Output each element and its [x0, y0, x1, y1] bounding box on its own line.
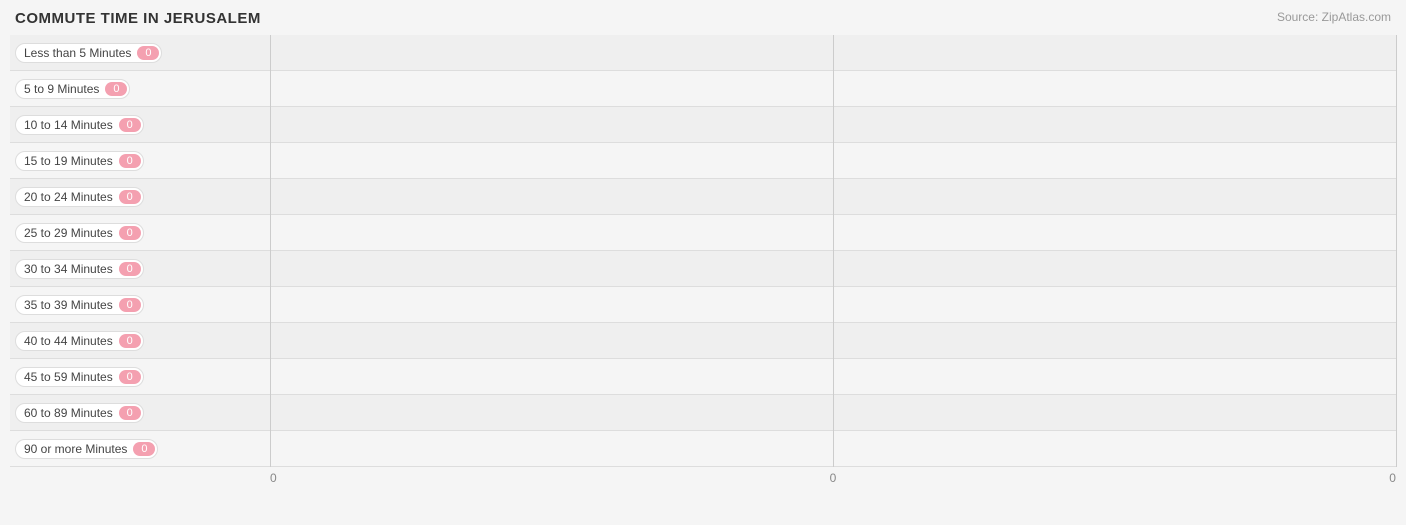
bar-value-badge: 0 — [119, 226, 141, 240]
bar-value-badge: 0 — [119, 154, 141, 168]
bar-label-text: 35 to 39 Minutes — [24, 298, 113, 312]
chart-rows-container: Less than 5 Minutes05 to 9 Minutes010 to… — [10, 35, 1396, 467]
bar-label-pill: 15 to 19 Minutes 0 — [15, 151, 144, 171]
bar-label-text: 90 or more Minutes — [24, 442, 127, 456]
bar-label-wrapper: 10 to 14 Minutes 0 — [10, 115, 270, 135]
bar-label-wrapper: 5 to 9 Minutes 0 — [10, 79, 270, 99]
bar-value-badge: 0 — [105, 82, 127, 96]
bar-label-pill: Less than 5 Minutes 0 — [15, 43, 162, 63]
bar-label-text: 5 to 9 Minutes — [24, 82, 99, 96]
bar-label-pill: 35 to 39 Minutes 0 — [15, 295, 144, 315]
table-row: 60 to 89 Minutes 0 — [10, 395, 1396, 431]
vertical-grid-line — [1396, 35, 1397, 467]
x-axis-label: 0 — [645, 471, 1020, 485]
bar-label-wrapper: 45 to 59 Minutes 0 — [10, 367, 270, 387]
bar-label-text: 45 to 59 Minutes — [24, 370, 113, 384]
bar-label-text: Less than 5 Minutes — [24, 46, 131, 60]
bar-label-wrapper: 15 to 19 Minutes 0 — [10, 151, 270, 171]
bar-label-pill: 10 to 14 Minutes 0 — [15, 115, 144, 135]
bar-track — [270, 179, 1396, 214]
x-axis-label: 0 — [270, 471, 645, 485]
bar-label-pill: 5 to 9 Minutes 0 — [15, 79, 130, 99]
x-axis: 000 — [10, 471, 1396, 485]
bar-track — [270, 431, 1396, 466]
table-row: 40 to 44 Minutes 0 — [10, 323, 1396, 359]
chart-container: COMMUTE TIME IN JERUSALEM Source: ZipAtl… — [0, 0, 1406, 525]
bar-value-badge: 0 — [119, 190, 141, 204]
table-row: 15 to 19 Minutes 0 — [10, 143, 1396, 179]
bar-label-wrapper: Less than 5 Minutes 0 — [10, 43, 270, 63]
bar-label-wrapper: 90 or more Minutes 0 — [10, 439, 270, 459]
bar-label-text: 25 to 29 Minutes — [24, 226, 113, 240]
bar-track — [270, 143, 1396, 178]
bar-label-wrapper: 60 to 89 Minutes 0 — [10, 403, 270, 423]
bar-track — [270, 287, 1396, 322]
bar-label-wrapper: 35 to 39 Minutes 0 — [10, 295, 270, 315]
bar-label-text: 30 to 34 Minutes — [24, 262, 113, 276]
table-row: 20 to 24 Minutes 0 — [10, 179, 1396, 215]
table-row: 45 to 59 Minutes 0 — [10, 359, 1396, 395]
bar-track — [270, 71, 1396, 106]
bar-label-pill: 45 to 59 Minutes 0 — [15, 367, 144, 387]
bar-label-pill: 60 to 89 Minutes 0 — [15, 403, 144, 423]
table-row: 35 to 39 Minutes 0 — [10, 287, 1396, 323]
bar-track — [270, 395, 1396, 430]
bar-value-badge: 0 — [119, 370, 141, 384]
bar-track — [270, 323, 1396, 358]
bar-value-badge: 0 — [133, 442, 155, 456]
table-row: 30 to 34 Minutes 0 — [10, 251, 1396, 287]
table-row: 10 to 14 Minutes 0 — [10, 107, 1396, 143]
bar-track — [270, 251, 1396, 286]
bar-track — [270, 359, 1396, 394]
bar-label-text: 60 to 89 Minutes — [24, 406, 113, 420]
bar-label-pill: 30 to 34 Minutes 0 — [15, 259, 144, 279]
chart-title: COMMUTE TIME IN JERUSALEM — [10, 10, 1396, 27]
bar-label-wrapper: 20 to 24 Minutes 0 — [10, 187, 270, 207]
bar-label-text: 10 to 14 Minutes — [24, 118, 113, 132]
table-row: 90 or more Minutes 0 — [10, 431, 1396, 467]
bar-label-wrapper: 30 to 34 Minutes 0 — [10, 259, 270, 279]
bar-label-pill: 25 to 29 Minutes 0 — [15, 223, 144, 243]
table-row: 5 to 9 Minutes 0 — [10, 71, 1396, 107]
bar-track — [270, 35, 1396, 70]
bar-track — [270, 215, 1396, 250]
bar-value-badge: 0 — [137, 46, 159, 60]
source-label: Source: ZipAtlas.com — [1277, 10, 1391, 24]
table-row: 25 to 29 Minutes 0 — [10, 215, 1396, 251]
bar-value-badge: 0 — [119, 262, 141, 276]
bar-track — [270, 107, 1396, 142]
bar-label-text: 40 to 44 Minutes — [24, 334, 113, 348]
bar-value-badge: 0 — [119, 298, 141, 312]
bar-label-pill: 20 to 24 Minutes 0 — [15, 187, 144, 207]
bar-label-pill: 40 to 44 Minutes 0 — [15, 331, 144, 351]
bar-label-pill: 90 or more Minutes 0 — [15, 439, 158, 459]
bar-label-text: 15 to 19 Minutes — [24, 154, 113, 168]
bar-value-badge: 0 — [119, 406, 141, 420]
bar-value-badge: 0 — [119, 334, 141, 348]
bar-label-wrapper: 40 to 44 Minutes 0 — [10, 331, 270, 351]
x-axis-label: 0 — [1021, 471, 1396, 485]
table-row: Less than 5 Minutes 0 — [10, 35, 1396, 71]
bar-value-badge: 0 — [119, 118, 141, 132]
bar-label-text: 20 to 24 Minutes — [24, 190, 113, 204]
bar-label-wrapper: 25 to 29 Minutes 0 — [10, 223, 270, 243]
